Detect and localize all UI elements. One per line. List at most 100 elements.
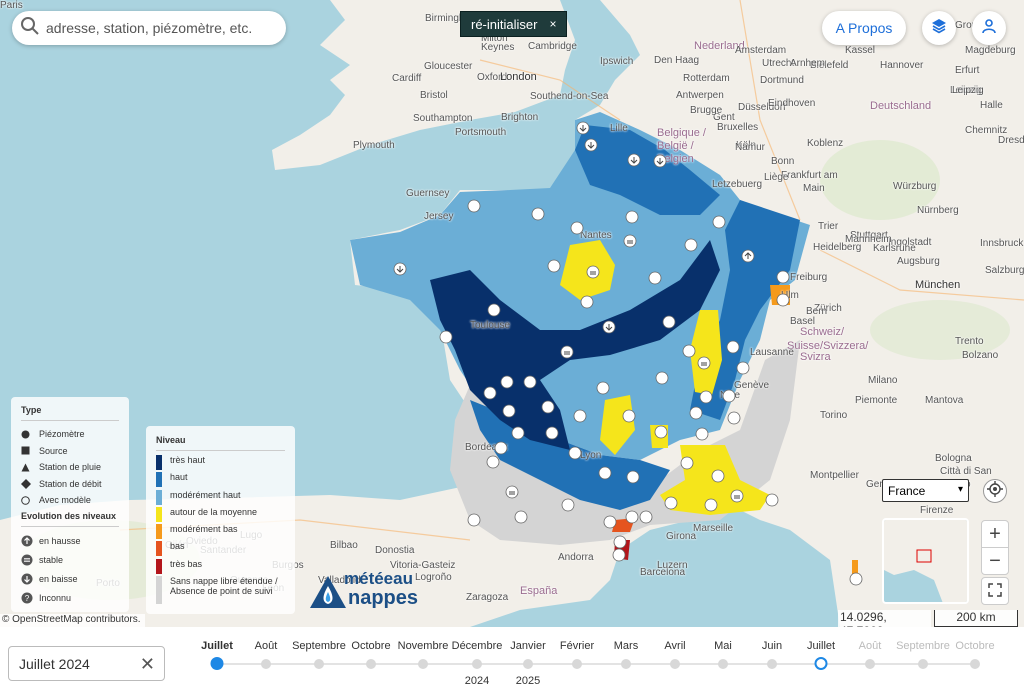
search-input[interactable] — [46, 20, 276, 36]
station-marker — [570, 221, 584, 235]
station-marker — [561, 498, 575, 512]
close-icon[interactable]: × — [549, 17, 556, 31]
search-icon — [20, 16, 40, 41]
timeline-month-label[interactable]: Mars — [614, 640, 638, 652]
station-marker — [726, 340, 740, 354]
legend-swatch — [156, 489, 162, 505]
station-marker — [722, 389, 736, 403]
map[interactable]: BirminghamCoventryMiltonKeynesCambridgeI… — [0, 0, 1024, 627]
zoom-in-button[interactable]: + — [981, 520, 1009, 548]
timeline-month-dot[interactable] — [621, 659, 631, 669]
reset-button[interactable]: ré-initialiser × — [460, 11, 568, 37]
timeline: Juillet 2024 ✕ Juillet Août Septembre Octob… — [0, 627, 1024, 695]
layers-icon — [931, 18, 947, 39]
legend-swatch — [156, 455, 162, 470]
legend-type-title: Type — [21, 405, 119, 421]
fullscreen-button[interactable] — [981, 577, 1009, 605]
station-marker — [439, 330, 453, 344]
svg-text:météeau: météeau — [344, 569, 413, 588]
legend-swatch — [156, 541, 162, 557]
timeline-month-dot[interactable] — [523, 659, 533, 669]
timeline-month-label[interactable]: Juillet — [807, 640, 835, 652]
timeline-month-label[interactable]: Novembre — [398, 640, 449, 652]
timeline-month-dot[interactable] — [970, 659, 980, 669]
station-marker — [639, 510, 653, 524]
attribution[interactable]: © OpenStreetMap contributors. — [0, 614, 145, 627]
timeline-month-dot[interactable] — [865, 659, 875, 669]
timeline-month-label[interactable]: Août — [859, 640, 882, 652]
station-marker — [487, 303, 501, 317]
timeline-month-label[interactable]: Octobre — [351, 640, 390, 652]
timeline-month-dot[interactable] — [210, 657, 224, 670]
layers-button[interactable] — [922, 11, 956, 45]
region-select[interactable]: France ▾ — [882, 479, 969, 502]
timeline-month-dot[interactable] — [366, 659, 376, 669]
legend-niveau: Niveau très haut haut modérément haut autou… — [146, 426, 295, 614]
user-icon — [981, 18, 997, 39]
legend-type-label: Station de pluie — [39, 462, 102, 473]
svg-text:nappes: nappes — [348, 587, 418, 609]
source-icon — [21, 446, 39, 455]
clear-icon[interactable]: ✕ — [140, 654, 155, 675]
station-marker — [682, 344, 696, 358]
zoom-out-button[interactable]: − — [981, 547, 1009, 575]
timeline-month-dot[interactable] — [314, 659, 324, 669]
station-marker — [689, 406, 703, 420]
timeline-month-dot[interactable] — [572, 659, 582, 669]
legend-niveau-item: modérément haut — [156, 489, 285, 507]
date-field[interactable]: Juillet 2024 ✕ — [8, 646, 165, 681]
timeline-month-dot[interactable] — [472, 659, 482, 669]
locate-button[interactable] — [983, 479, 1007, 503]
timeline-month-label[interactable]: Décembre — [452, 640, 503, 652]
timeline-month-label[interactable]: Octobre — [955, 640, 994, 652]
timeline-month-label[interactable]: Juillet — [201, 640, 233, 652]
station-marker — [680, 456, 694, 470]
timeline-month-dot[interactable] — [670, 659, 680, 669]
legend-niveau-item: très bas — [156, 558, 285, 576]
legend-niveau-item: Sans nappe libre étendue / Absence de po… — [156, 576, 285, 606]
timeline-month-dot[interactable] — [918, 659, 928, 669]
station-marker — [849, 572, 863, 586]
timeline-month-dot[interactable] — [814, 657, 828, 670]
legend-type-label: Source — [39, 445, 68, 456]
legend-type: Type Piézomètre Source Station de pluie … — [11, 397, 129, 612]
station-marker — [545, 426, 559, 440]
timeline-month-label[interactable]: Juin — [762, 640, 782, 652]
timeline-month-dot[interactable] — [261, 659, 271, 669]
legend-evolution-title: Evolution des niveaux — [21, 511, 119, 527]
timeline-month-label[interactable]: Septembre — [292, 640, 346, 652]
legend-niveau-item: bas — [156, 541, 285, 558]
overview-minimap[interactable] — [882, 518, 969, 604]
timeline-month-dot[interactable] — [718, 659, 728, 669]
chevron-down-icon: ▾ — [957, 484, 963, 495]
legend-niveau-label: autour de la moyenne — [170, 506, 258, 517]
timeline-month-label[interactable]: Janvier — [510, 640, 545, 652]
timeline-month-dot[interactable] — [767, 659, 777, 669]
station-marker — [486, 455, 500, 469]
station-marker — [625, 210, 639, 224]
account-button[interactable] — [972, 11, 1006, 45]
station-marker — [776, 293, 790, 307]
legend-niveau-label: Sans nappe libre étendue / Absence de po… — [170, 576, 278, 597]
plus-icon: + — [989, 522, 1001, 545]
timeline-month-label[interactable]: Mai — [714, 640, 732, 652]
station-marker — [596, 381, 610, 395]
legend-evo-item: en baisse — [21, 570, 119, 589]
timeline-month-label[interactable]: Avril — [664, 640, 685, 652]
legend-type-label: Avec modèle — [39, 495, 91, 506]
legend-evo-item: ? Inconnu — [21, 589, 119, 608]
question-icon: ? — [21, 592, 39, 604]
station-marker — [514, 510, 528, 524]
timeline-month-label[interactable]: Septembre — [896, 640, 950, 652]
legend-evo-label: Inconnu — [39, 593, 72, 603]
legend-evo-item: en hausse — [21, 532, 119, 551]
station-marker — [580, 295, 594, 309]
timeline-month-dot[interactable] — [418, 659, 428, 669]
station-marker — [511, 426, 525, 440]
timeline-month-label[interactable]: Février — [560, 640, 594, 652]
search-bar[interactable] — [12, 11, 286, 45]
legend-evo-label: en baisse — [39, 574, 78, 584]
timeline-month-label[interactable]: Août — [255, 640, 278, 652]
station-marker — [467, 513, 481, 527]
about-button[interactable]: A Propos — [822, 11, 906, 45]
